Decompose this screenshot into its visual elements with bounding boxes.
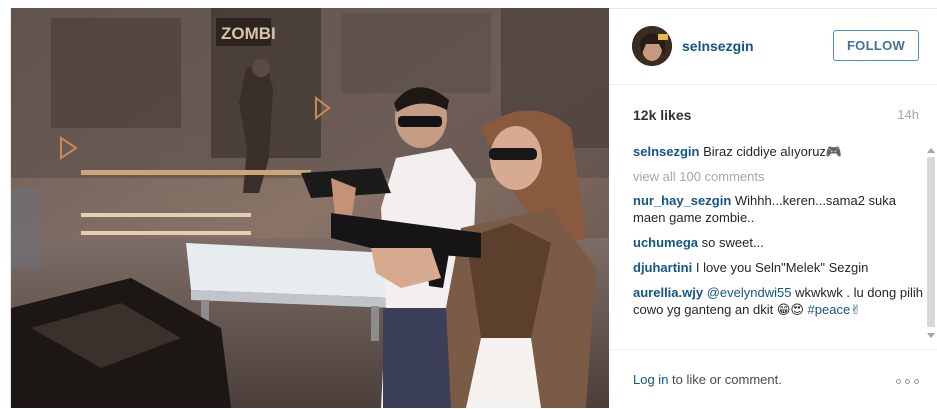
comment-text: so sweet... [701,235,764,250]
caption: selnsezgin Biraz ciddiye alıyoruz🎮 [633,143,925,160]
view-all-comments-link[interactable]: view all 100 comments [633,168,925,185]
comment-user[interactable]: aurellia.wjy [633,285,703,300]
username[interactable]: selnsezgin [682,38,754,54]
comment: nur_hay_sezgin Wihhh...keren...sama2 suk… [633,192,925,226]
scroll-thumb[interactable] [927,157,935,327]
login-prompt-text: to like or comment. [668,372,782,387]
comment-user[interactable]: uchumega [633,235,698,250]
comment-hashtag[interactable]: #peace✌ [808,302,862,317]
comment-mention[interactable]: @evelyndwi55 [707,285,792,300]
comment-user[interactable]: djuhartini [633,260,692,275]
login-prompt: Log in to like or comment. [633,372,782,387]
comments-list: selnsezgin Biraz ciddiye alıyoruz🎮 view … [633,143,925,343]
follow-button[interactable]: FOLLOW [833,30,919,61]
post-photo[interactable]: ZOMBI [11,8,609,408]
comment: aurellia.wjy @evelyndwi55 wkwkwk . lu do… [633,284,925,318]
comment: uchumega so sweet... [633,234,925,251]
comment-text: Biraz ciddiye alıyoruz🎮 [703,144,843,159]
post-footer: Log in to like or comment. [610,349,937,408]
post-sidebar: selnsezgin FOLLOW 12k likes 14h selnsezg… [610,9,937,408]
comments-scrollbar[interactable] [926,142,936,342]
login-link[interactable]: Log in [633,372,668,387]
post-time[interactable]: 14h [897,107,919,122]
comment-user[interactable]: selnsezgin [633,144,699,159]
likes-count[interactable]: 12k likes [633,107,691,123]
more-options-icon[interactable] [896,379,920,385]
post-header: selnsezgin FOLLOW [610,9,937,85]
avatar[interactable] [632,26,672,66]
comment-text: I love you Seln"Melek" Sezgin [695,260,869,275]
comment-user[interactable]: nur_hay_sezgin [633,193,731,208]
scroll-up-arrow-icon[interactable] [927,148,935,153]
scroll-down-arrow-icon[interactable] [927,333,935,338]
comment: djuhartini I love you Seln"Melek" Sezgin [633,259,925,276]
zombie-sign-text: ZOMBI [221,24,276,43]
